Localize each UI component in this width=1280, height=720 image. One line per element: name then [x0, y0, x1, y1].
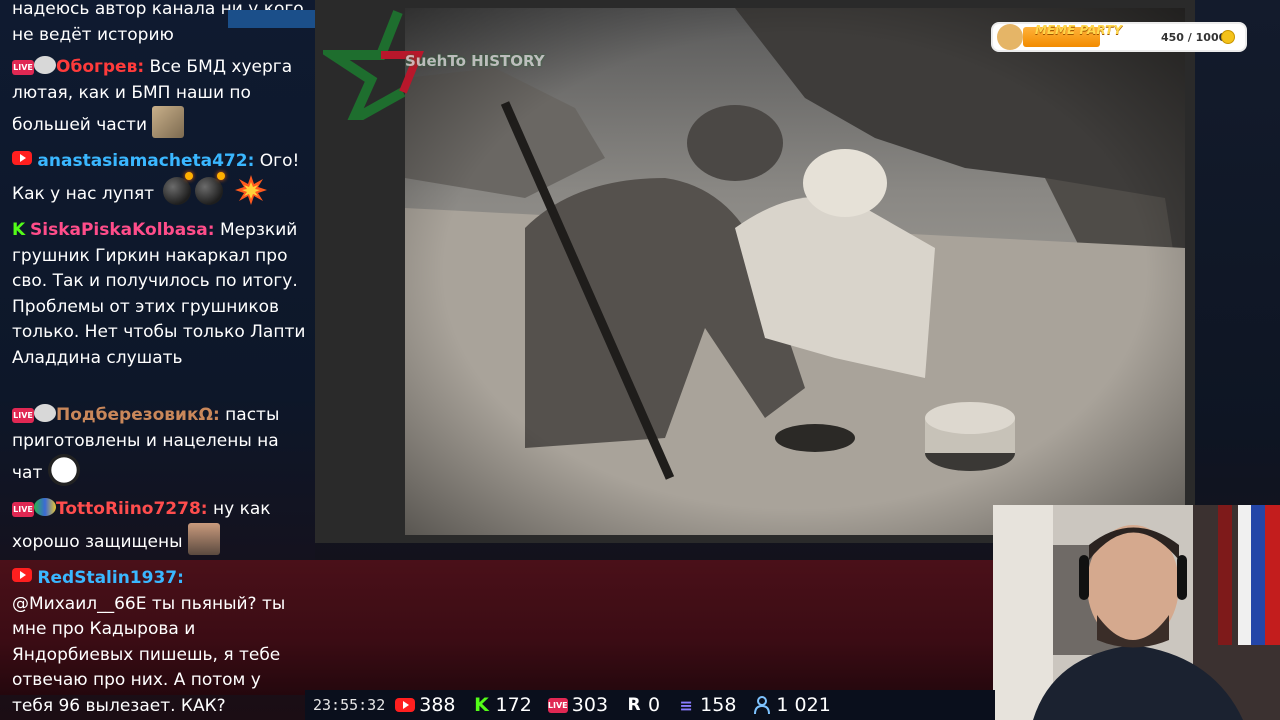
live-viewers: LIVE 303 [547, 694, 609, 716]
avatar-icon [34, 404, 56, 422]
live-viewer-count: 303 [571, 694, 609, 716]
kick-badge-icon: K [12, 220, 26, 240]
rumble-icon: R [627, 695, 641, 715]
webcam-feed [993, 505, 1280, 720]
chain-icon: ≡ [679, 695, 693, 715]
chat-message: RedStalin1937: @Михаил__66Е ты пьяный? т… [12, 566, 307, 719]
video-player[interactable]: SuehTo HISTORY [315, 0, 1195, 543]
chat-message-text: Мерзкий грушник Гиркин накаркал про сво.… [12, 220, 306, 368]
coin-icon [1221, 30, 1235, 44]
chat-message: K SiskaPiskaKolbasa: Мерзкий грушник Гирк… [12, 218, 310, 371]
live-badge-icon: LIVE [12, 408, 34, 423]
kick-viewer-count: 172 [495, 694, 532, 716]
chat-highlight-bar [228, 10, 315, 28]
user-icon [752, 696, 772, 714]
youtube-badge-icon [12, 568, 32, 582]
avatar-icon [34, 498, 56, 516]
youtube-badge-icon [12, 151, 32, 165]
rumble-viewers: R 0 [624, 694, 661, 716]
troll-face-emote-icon [47, 454, 80, 486]
channel-watermark: SuehTo HISTORY [316, 10, 545, 132]
youtube-viewer-count: 388 [419, 694, 456, 716]
youtube-icon [395, 697, 416, 713]
watermark-text: SuehTo HISTORY [405, 52, 545, 70]
live-badge-icon: LIVE [12, 502, 34, 517]
chat-message-text: @Михаил__66Е ты пьяный? ты мне про Кадыр… [12, 593, 286, 716]
live-badge-icon: LIVE [12, 60, 34, 75]
viewer-stats-bar: 23:55:32 388 K 172 LIVE 303 R 0 ≡ 158 1 … [305, 690, 995, 720]
other-viewer-count: 158 [700, 694, 737, 716]
chat-message: LIVE TottoRiino7278: ну как хорошо защище… [12, 497, 310, 555]
stream-clock: 23:55:32 [313, 696, 386, 714]
chat-username[interactable]: Обогрев: [56, 57, 144, 77]
avatar-icon [34, 56, 56, 74]
other-viewers: ≡ 158 [676, 694, 736, 716]
meme-party-count: 450 / 1000 [1161, 31, 1227, 44]
chat-username[interactable]: TottoRiino7278: [56, 499, 208, 519]
stream-overlay: надеюсь автор канала ни у кого не ведёт … [0, 0, 1280, 720]
chat-message: LIVE Обогрев: Все БМД хуерга лютая, как и… [12, 55, 310, 139]
youtube-viewers: 388 [395, 694, 456, 716]
streamer-camera-image [993, 505, 1280, 720]
total-viewer-count: 1 021 [776, 694, 831, 716]
chat-username[interactable]: RedStalin1937: [37, 568, 184, 588]
meme-party-title: MEME PARTY [1035, 23, 1123, 37]
collision-emoji-icon [234, 174, 267, 205]
cat-emote-icon [152, 106, 185, 138]
rumble-viewer-count: 0 [648, 694, 661, 716]
doge-icon [997, 24, 1023, 50]
chat-username[interactable]: anastasiamacheta472: [37, 151, 254, 171]
total-viewers: 1 021 [752, 694, 831, 716]
meme-party-widget: MEME PARTY 450 / 1000 [991, 22, 1247, 52]
bomb-emoji-icon [163, 171, 194, 205]
chat-username[interactable]: SiskaPiskaKolbasa: [30, 220, 215, 240]
bomb-emoji-icon [195, 171, 226, 205]
kick-icon: K [474, 694, 489, 716]
chat-username[interactable]: ПодберезовикΩ: [56, 405, 220, 425]
chat-message: anastasiamacheta472: Ого! Как у нас лупя… [12, 149, 310, 207]
live-icon: LIVE [547, 697, 568, 713]
kick-viewers: K 172 [472, 694, 532, 716]
chat-message: LIVE ПодберезовикΩ: пасты приготовлены и … [12, 403, 310, 487]
man-face-emote-icon [187, 522, 220, 555]
